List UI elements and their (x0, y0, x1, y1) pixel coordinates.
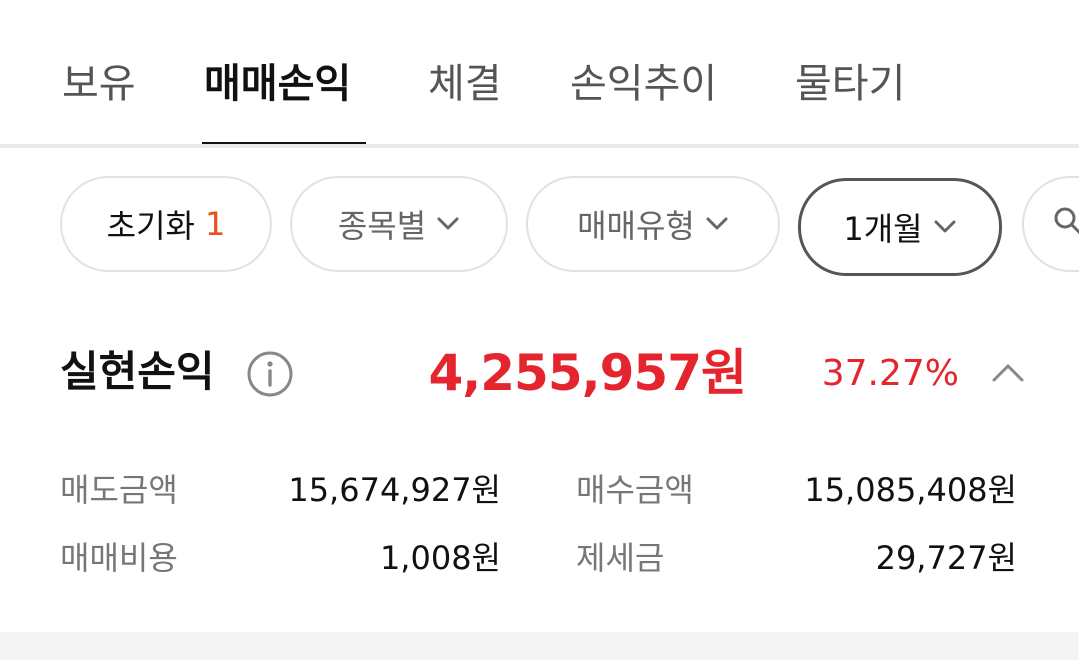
tab-trading-pl[interactable]: 매매손익 (204, 56, 351, 112)
chevron-up-icon[interactable] (990, 358, 1026, 386)
reset-label: 초기화 (106, 207, 195, 245)
trading-pl-screen: 보유 매매손익 체결 손익추이 물타기 초기화 1 종목별 매매유형 1개월 실… (0, 0, 1079, 660)
buy-amount-value: 15,085,408원 (804, 471, 1017, 509)
realized-pl-rate: 37.27% (821, 353, 959, 394)
trade-type-filter-chip[interactable]: 매매유형 (526, 176, 780, 272)
tab-pl-trend[interactable]: 손익추이 (570, 56, 717, 112)
tab-executions[interactable]: 체결 (428, 56, 502, 112)
search-filter-chip[interactable] (1022, 176, 1079, 272)
filter-count-badge: 1 (204, 205, 226, 243)
realized-pl-amount: 4,255,957원 (428, 344, 747, 402)
section-divider (0, 632, 1079, 660)
tab-divider (0, 144, 1079, 148)
chevron-down-icon (705, 216, 729, 232)
trading-fee-value: 1,008원 (379, 539, 501, 577)
chevron-down-icon (933, 219, 957, 235)
period-filter-chip[interactable]: 1개월 (798, 178, 1002, 276)
trade-type-label: 매매유형 (577, 207, 695, 245)
tab-averaging-down[interactable]: 물타기 (795, 56, 905, 112)
realized-pl-title: 실현손익 (60, 347, 215, 396)
chevron-down-icon (436, 216, 460, 232)
reset-filter-chip[interactable]: 초기화 1 (60, 176, 272, 272)
search-icon (1052, 205, 1079, 243)
sell-amount-value: 15,674,927원 (288, 471, 501, 509)
tax-value: 29,727원 (875, 539, 1017, 577)
sell-amount-label: 매도금액 (60, 471, 178, 509)
by-stock-filter-chip[interactable]: 종목별 (290, 176, 508, 272)
tab-bar: 보유 매매손익 체결 손익추이 물타기 (0, 0, 1079, 148)
trading-fee-label: 매매비용 (60, 539, 178, 577)
info-icon[interactable] (246, 350, 294, 398)
tab-holdings[interactable]: 보유 (62, 56, 136, 112)
by-stock-label: 종목별 (337, 207, 427, 245)
tax-label: 제세금 (576, 539, 665, 577)
period-label: 1개월 (843, 210, 923, 248)
buy-amount-label: 매수금액 (576, 471, 694, 509)
